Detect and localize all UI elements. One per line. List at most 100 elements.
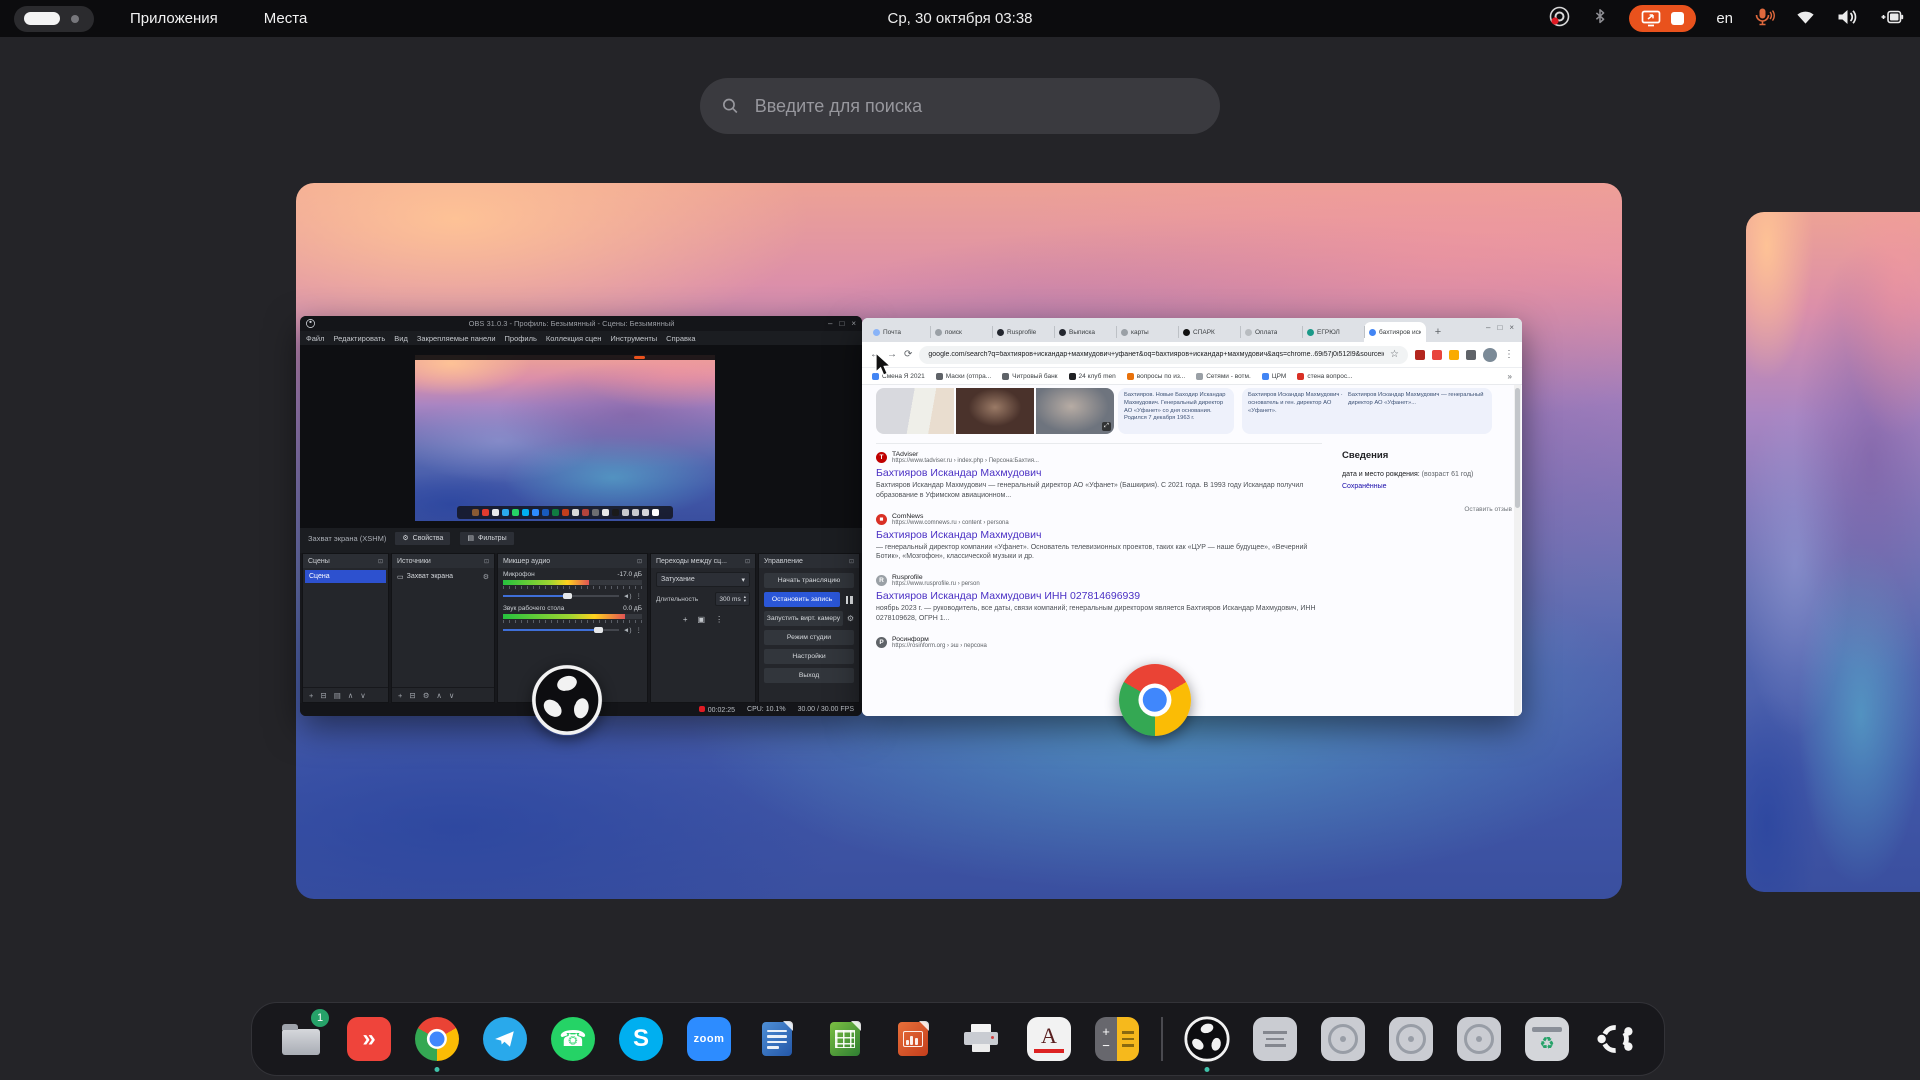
bookmark-item[interactable]: вопросы по из... bbox=[1127, 373, 1185, 380]
dock-printer[interactable] bbox=[957, 1015, 1005, 1063]
obs-studio-window[interactable]: OBS 31.0.3 - Профиль: Безымянный - Сцены… bbox=[300, 316, 862, 716]
sources-toolbar-button[interactable]: ∨ bbox=[449, 691, 455, 700]
dock-libreoffice-impress[interactable] bbox=[889, 1015, 937, 1063]
bookmark-item[interactable]: ЦРМ bbox=[1262, 373, 1287, 380]
pin-icon[interactable]: ⊡ bbox=[637, 558, 642, 565]
dock-show-applications[interactable] bbox=[1591, 1015, 1639, 1063]
bluetooth-icon[interactable] bbox=[1591, 8, 1609, 30]
extension-icon[interactable] bbox=[1449, 350, 1459, 360]
obs-filters-button[interactable]: ▤ Фильтры bbox=[459, 531, 514, 546]
scenes-toolbar-button[interactable]: + bbox=[309, 691, 313, 700]
scrollbar-thumb[interactable] bbox=[1515, 388, 1520, 508]
obs-menu-item[interactable]: Справка bbox=[666, 334, 695, 343]
result-title-link[interactable]: Бахтияров Искандар Махмудович bbox=[876, 467, 1318, 479]
pause-icon[interactable] bbox=[844, 595, 854, 605]
snippet-card[interactable]: Бахтияров Искандар Махмудович — основате… bbox=[1242, 388, 1358, 434]
dock-disk-app-3[interactable] bbox=[1455, 1015, 1503, 1063]
obs-menu-item[interactable]: Файл bbox=[306, 334, 324, 343]
obs-app-icon[interactable] bbox=[531, 664, 603, 736]
dock-obs[interactable] bbox=[1183, 1015, 1231, 1063]
result-title-link[interactable]: Бахтияров Искандар Махмудович ИНН 027814… bbox=[876, 590, 1318, 602]
dock-disk-app-2[interactable] bbox=[1387, 1015, 1435, 1063]
dock-whatsapp[interactable]: ☎ bbox=[549, 1015, 597, 1063]
microphone-icon[interactable] bbox=[1753, 7, 1775, 31]
browser-tab[interactable]: Почта bbox=[868, 322, 930, 342]
browser-tab[interactable]: поиск bbox=[930, 322, 992, 342]
speaker-icon[interactable]: ◄) bbox=[623, 627, 632, 634]
transition-type-select[interactable]: Затухание ▾ bbox=[656, 572, 750, 587]
bookmark-item[interactable]: Маски (отпра... bbox=[936, 373, 991, 380]
close-icon[interactable]: × bbox=[851, 319, 856, 328]
maximize-icon[interactable]: □ bbox=[839, 319, 844, 328]
dock-files[interactable]: 1 bbox=[277, 1015, 325, 1063]
stop-recording-button[interactable]: Остановить запись bbox=[764, 592, 840, 607]
obs-menu-item[interactable]: Профиль bbox=[505, 334, 537, 343]
obs-menu-item[interactable]: Инструменты bbox=[610, 334, 657, 343]
transitions-toolbar-button[interactable]: + bbox=[683, 615, 688, 624]
extension-icon[interactable] bbox=[1415, 350, 1425, 360]
pin-icon[interactable]: ⊡ bbox=[484, 558, 489, 565]
start-streaming-button[interactable]: Начать трансляцию bbox=[764, 573, 854, 588]
scenes-toolbar-button[interactable]: ▤ bbox=[334, 691, 341, 700]
obs-menu-item[interactable]: Закрепляемые панели bbox=[417, 334, 496, 343]
minimize-icon[interactable]: – bbox=[1486, 323, 1490, 332]
screen-recording-indicator[interactable] bbox=[1629, 5, 1696, 32]
transitions-toolbar-button[interactable]: ▣ bbox=[698, 615, 706, 624]
bookmark-star-icon[interactable]: ☆ bbox=[1390, 349, 1399, 360]
places-menu[interactable]: Места bbox=[254, 6, 318, 31]
applications-menu[interactable]: Приложения bbox=[120, 6, 228, 31]
dock-system-app[interactable] bbox=[1251, 1015, 1299, 1063]
studio-mode-button[interactable]: Режим студии bbox=[764, 630, 854, 645]
snippet-card[interactable]: Бахтияров. Новые Баходир Искандар Махмуд… bbox=[1118, 388, 1234, 434]
knowledge-card[interactable]: Бахтияров Искандар Махмудович — генераль… bbox=[1342, 388, 1492, 434]
dock-chrome[interactable] bbox=[413, 1015, 461, 1063]
dock-anydesk[interactable]: » bbox=[345, 1015, 393, 1063]
scenes-toolbar-button[interactable]: ∧ bbox=[348, 691, 354, 700]
start-virtual-camera-button[interactable]: Запустить вирт. камеру bbox=[764, 611, 843, 626]
browser-tab[interactable]: карты bbox=[1116, 322, 1178, 342]
browser-menu-icon[interactable]: ⋮ bbox=[1504, 349, 1514, 360]
pin-icon[interactable]: ⊡ bbox=[745, 558, 750, 565]
scrollbar[interactable] bbox=[1514, 385, 1521, 716]
pin-icon[interactable]: ⊡ bbox=[378, 558, 383, 565]
search-bar[interactable] bbox=[700, 78, 1220, 134]
image-result[interactable]: ⤢ bbox=[1036, 388, 1114, 434]
chrome-window[interactable]: Почта поиск Rusprofile Выписка bbox=[862, 318, 1522, 716]
duration-stepper[interactable]: 300 ms ▴▾ bbox=[715, 592, 750, 606]
dock-libreoffice-writer[interactable] bbox=[753, 1015, 801, 1063]
clock[interactable]: Ср, 30 октября 03:38 bbox=[887, 0, 1032, 37]
feedback-link[interactable]: Оставить отзыв bbox=[1342, 506, 1512, 513]
dock-trash[interactable]: ♻ bbox=[1523, 1015, 1571, 1063]
dock-disk-app-1[interactable] bbox=[1319, 1015, 1367, 1063]
source-list-item[interactable]: ▭ Захват экрана ⚙ bbox=[394, 570, 492, 583]
bookmark-item[interactable]: Сетями - вотм. bbox=[1196, 373, 1251, 380]
profile-avatar[interactable] bbox=[1483, 348, 1497, 362]
address-bar[interactable]: google.com/search?q=бахтияров+искандар+м… bbox=[919, 346, 1408, 364]
chrome-app-icon[interactable] bbox=[1119, 664, 1191, 736]
sources-toolbar-button[interactable]: + bbox=[398, 691, 402, 700]
image-result[interactable] bbox=[956, 388, 1034, 434]
close-icon[interactable]: × bbox=[1509, 323, 1514, 332]
extension-icon[interactable] bbox=[1466, 350, 1476, 360]
dock-zoom[interactable]: zoom bbox=[685, 1015, 733, 1063]
pin-icon[interactable]: ⊡ bbox=[849, 558, 854, 565]
gear-icon[interactable]: ⚙ bbox=[483, 573, 489, 581]
image-result[interactable] bbox=[876, 388, 954, 434]
scenes-toolbar-button[interactable]: ⊟ bbox=[320, 691, 326, 700]
sources-toolbar-button[interactable]: ∧ bbox=[436, 691, 442, 700]
gear-icon[interactable]: ⚙ bbox=[847, 614, 854, 623]
maximize-icon[interactable]: □ bbox=[1497, 323, 1502, 332]
volume-icon[interactable] bbox=[1836, 8, 1858, 30]
browser-tab[interactable]: Оплата bbox=[1240, 322, 1302, 342]
workspace-preview-next[interactable] bbox=[1746, 212, 1920, 892]
more-icon[interactable]: ⋮ bbox=[636, 626, 643, 634]
minimize-icon[interactable]: – bbox=[828, 319, 832, 328]
battery-icon[interactable] bbox=[1878, 8, 1904, 30]
settings-button[interactable]: Настройки bbox=[764, 649, 854, 664]
extension-icon[interactable] bbox=[1432, 350, 1442, 360]
sources-toolbar-button[interactable]: ⚙ bbox=[423, 691, 430, 700]
bookmarks-overflow-icon[interactable]: » bbox=[1508, 372, 1512, 381]
spinner-icons[interactable]: ▴▾ bbox=[744, 595, 746, 604]
volume-slider[interactable] bbox=[503, 627, 619, 633]
obs-menu-item[interactable]: Редактировать bbox=[333, 334, 385, 343]
